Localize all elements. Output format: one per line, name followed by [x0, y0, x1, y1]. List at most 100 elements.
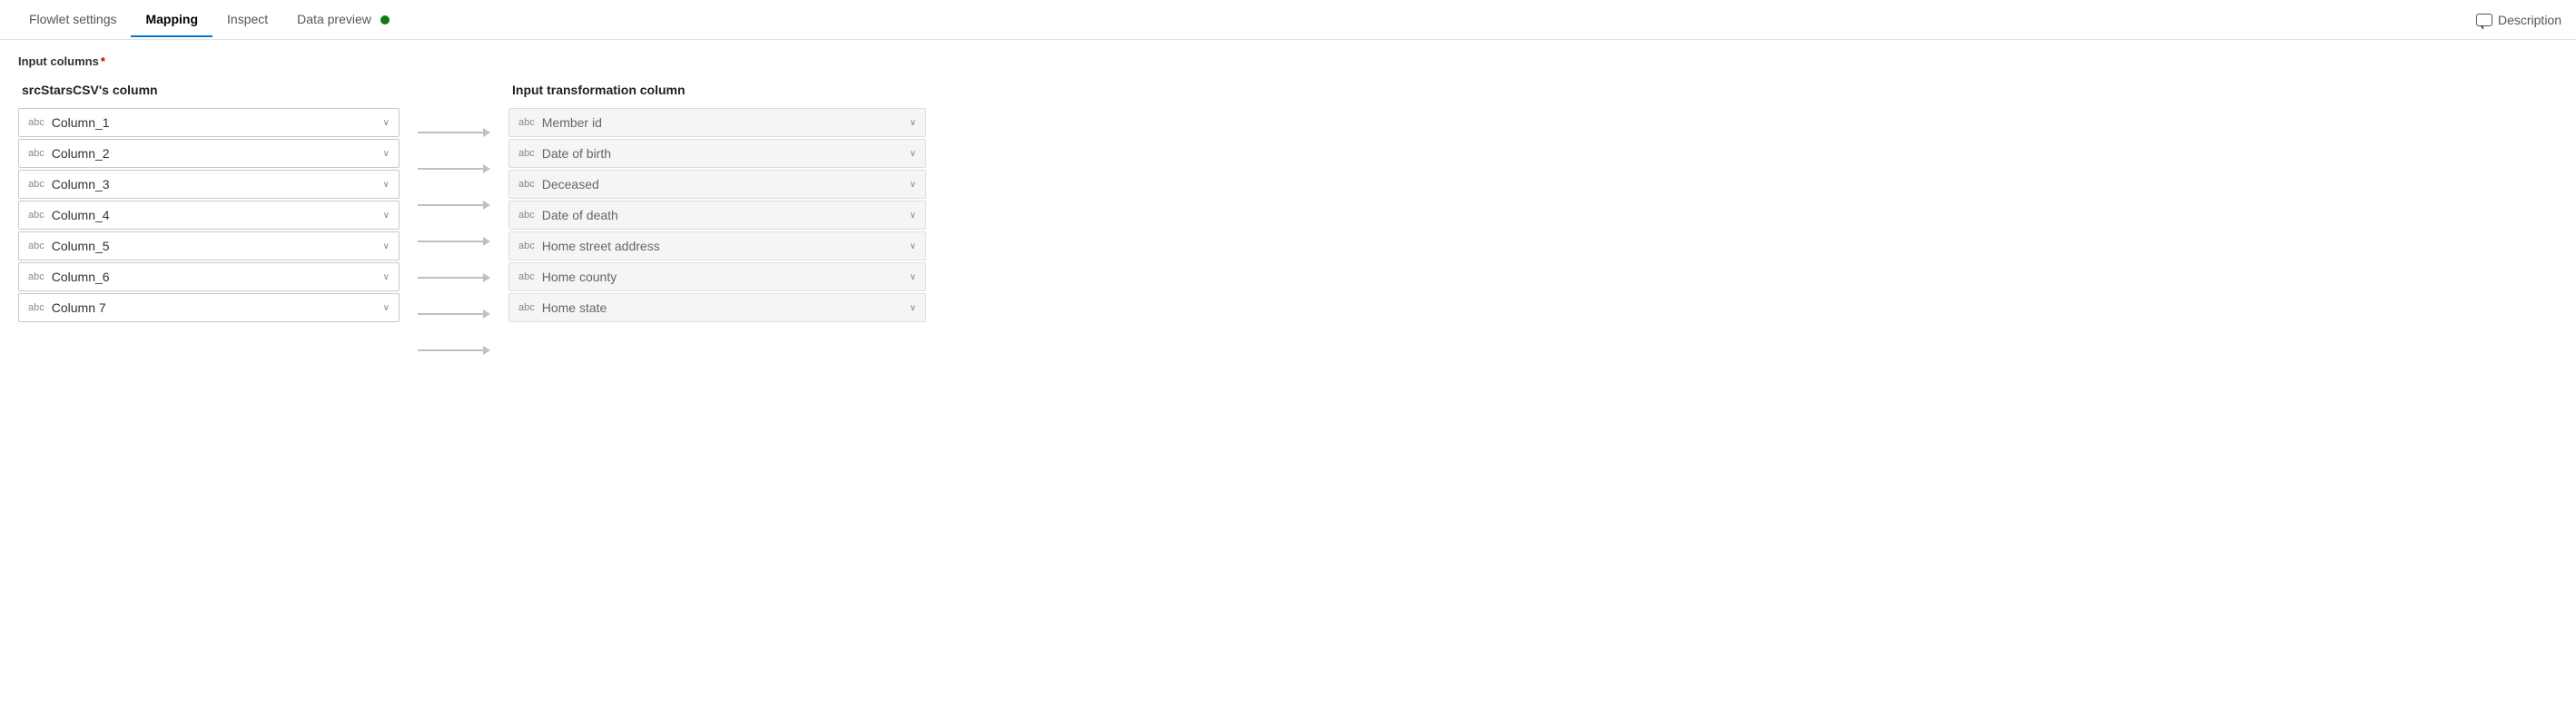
- caret-icon-3: ∨: [383, 211, 390, 221]
- arrow-line-0: [418, 128, 490, 137]
- arrowhead-2: [483, 201, 490, 210]
- arrowhead-6: [483, 346, 490, 355]
- src-dropdown-4[interactable]: abc Column_5 ∨: [18, 231, 400, 260]
- abc-tag: abc: [28, 179, 44, 190]
- dest-row-2: abc Deceased ∨: [508, 170, 926, 199]
- arrow-row-6: [418, 333, 490, 368]
- dest-dropdown-1[interactable]: abc Date of birth ∨: [508, 139, 926, 168]
- dest-row-5: abc Home county ∨: [508, 262, 926, 291]
- arrow-line-body-4: [418, 277, 483, 279]
- tab-flowlet-settings[interactable]: Flowlet settings: [15, 3, 131, 37]
- section-label: Input columns*: [18, 54, 2558, 68]
- abc-tag-right-0: abc: [518, 117, 535, 128]
- abc-tag: abc: [28, 148, 44, 159]
- arrow-line-body-6: [418, 349, 483, 351]
- src-dropdown-label-2: Column_3: [52, 177, 376, 192]
- src-row-2: abc Column_3 ∨: [18, 170, 400, 199]
- src-dropdown-label-0: Column_1: [52, 115, 376, 130]
- arrow-col: [400, 83, 508, 369]
- dest-caret-icon-6: ∨: [910, 303, 916, 313]
- abc-tag: abc: [28, 271, 44, 282]
- dest-caret-icon-4: ∨: [910, 241, 916, 251]
- caret-icon-0: ∨: [383, 118, 390, 128]
- src-row-1: abc Column_2 ∨: [18, 139, 400, 168]
- dest-caret-icon-0: ∨: [910, 118, 916, 128]
- arrow-row-3: [418, 224, 490, 259]
- src-dropdown-label-5: Column_6: [52, 270, 376, 284]
- nav-tabs-bar: Flowlet settings Mapping Inspect Data pr…: [0, 0, 2576, 40]
- dest-dropdown-label-4: Home street address: [542, 239, 903, 253]
- arrow-line-5: [418, 309, 490, 319]
- src-row-5: abc Column_6 ∨: [18, 262, 400, 291]
- abc-tag: abc: [28, 117, 44, 128]
- arrow-line-2: [418, 201, 490, 210]
- abc-tag-right-3: abc: [518, 210, 535, 221]
- abc-tag-right-5: abc: [518, 271, 535, 282]
- dest-dropdown-3[interactable]: abc Date of death ∨: [508, 201, 926, 230]
- arrow-row-0: [418, 115, 490, 150]
- required-star: *: [101, 54, 105, 68]
- src-row-0: abc Column_1 ∨: [18, 108, 400, 137]
- src-dropdown-5[interactable]: abc Column_6 ∨: [18, 262, 400, 291]
- abc-tag: abc: [28, 302, 44, 313]
- src-row-3: abc Column_4 ∨: [18, 201, 400, 230]
- dest-dropdown-label-1: Date of birth: [542, 146, 903, 161]
- tab-inspect[interactable]: Inspect: [212, 3, 282, 37]
- arrow-row-5: [418, 297, 490, 331]
- src-dropdown-label-4: Column_5: [52, 239, 376, 253]
- caret-icon-5: ∨: [383, 272, 390, 282]
- arrowhead-4: [483, 273, 490, 282]
- description-icon: [2476, 14, 2492, 26]
- src-dropdown-1[interactable]: abc Column_2 ∨: [18, 139, 400, 168]
- dest-dropdown-label-2: Deceased: [542, 177, 903, 192]
- src-dropdown-6[interactable]: abc Column 7 ∨: [18, 293, 400, 322]
- arrowhead-5: [483, 309, 490, 319]
- caret-icon-4: ∨: [383, 241, 390, 251]
- arrow-line-6: [418, 346, 490, 355]
- abc-tag-right-4: abc: [518, 241, 535, 251]
- dest-col-header: Input transformation column: [508, 83, 926, 97]
- tab-data-preview[interactable]: Data preview: [282, 3, 404, 37]
- status-dot: [380, 15, 390, 25]
- arrow-line-body-0: [418, 132, 483, 133]
- src-dropdown-0[interactable]: abc Column_1 ∨: [18, 108, 400, 137]
- dest-dropdown-4[interactable]: abc Home street address ∨: [508, 231, 926, 260]
- columns-wrapper: srcStarsCSV's column abc Column_1 ∨ abc …: [18, 83, 2558, 369]
- description-button[interactable]: Description: [2476, 13, 2561, 27]
- dest-caret-icon-2: ∨: [910, 180, 916, 190]
- src-dropdown-label-3: Column_4: [52, 208, 376, 222]
- dest-col-section: Input transformation column abc Member i…: [508, 83, 926, 324]
- arrow-row-2: [418, 188, 490, 222]
- dest-dropdown-0[interactable]: abc Member id ∨: [508, 108, 926, 137]
- dest-caret-icon-3: ∨: [910, 211, 916, 221]
- src-row-4: abc Column_5 ∨: [18, 231, 400, 260]
- dest-caret-icon-1: ∨: [910, 149, 916, 159]
- arrow-row-1: [418, 152, 490, 186]
- arrow-line-body-2: [418, 204, 483, 206]
- dest-caret-icon-5: ∨: [910, 272, 916, 282]
- dest-dropdown-6[interactable]: abc Home state ∨: [508, 293, 926, 322]
- src-dropdown-3[interactable]: abc Column_4 ∨: [18, 201, 400, 230]
- abc-tag-right-2: abc: [518, 179, 535, 190]
- abc-tag-right-6: abc: [518, 302, 535, 313]
- arrow-line-4: [418, 273, 490, 282]
- tab-mapping[interactable]: Mapping: [131, 3, 212, 37]
- caret-icon-2: ∨: [383, 180, 390, 190]
- arrow-line-3: [418, 237, 490, 246]
- src-dropdown-label-1: Column_2: [52, 146, 376, 161]
- dest-row-6: abc Home state ∨: [508, 293, 926, 322]
- dest-dropdown-2[interactable]: abc Deceased ∨: [508, 170, 926, 199]
- abc-tag: abc: [28, 210, 44, 221]
- src-row-6: abc Column 7 ∨: [18, 293, 400, 322]
- arrow-row-4: [418, 260, 490, 295]
- dest-dropdown-label-6: Home state: [542, 300, 903, 315]
- abc-tag-right-1: abc: [518, 148, 535, 159]
- dest-dropdown-label-0: Member id: [542, 115, 903, 130]
- src-dropdown-2[interactable]: abc Column_3 ∨: [18, 170, 400, 199]
- src-dropdown-label-6: Column 7: [52, 300, 376, 315]
- dest-row-1: abc Date of birth ∨: [508, 139, 926, 168]
- dest-dropdown-label-3: Date of death: [542, 208, 903, 222]
- dest-dropdown-5[interactable]: abc Home county ∨: [508, 262, 926, 291]
- arrow-line-body-3: [418, 241, 483, 242]
- caret-icon-1: ∨: [383, 149, 390, 159]
